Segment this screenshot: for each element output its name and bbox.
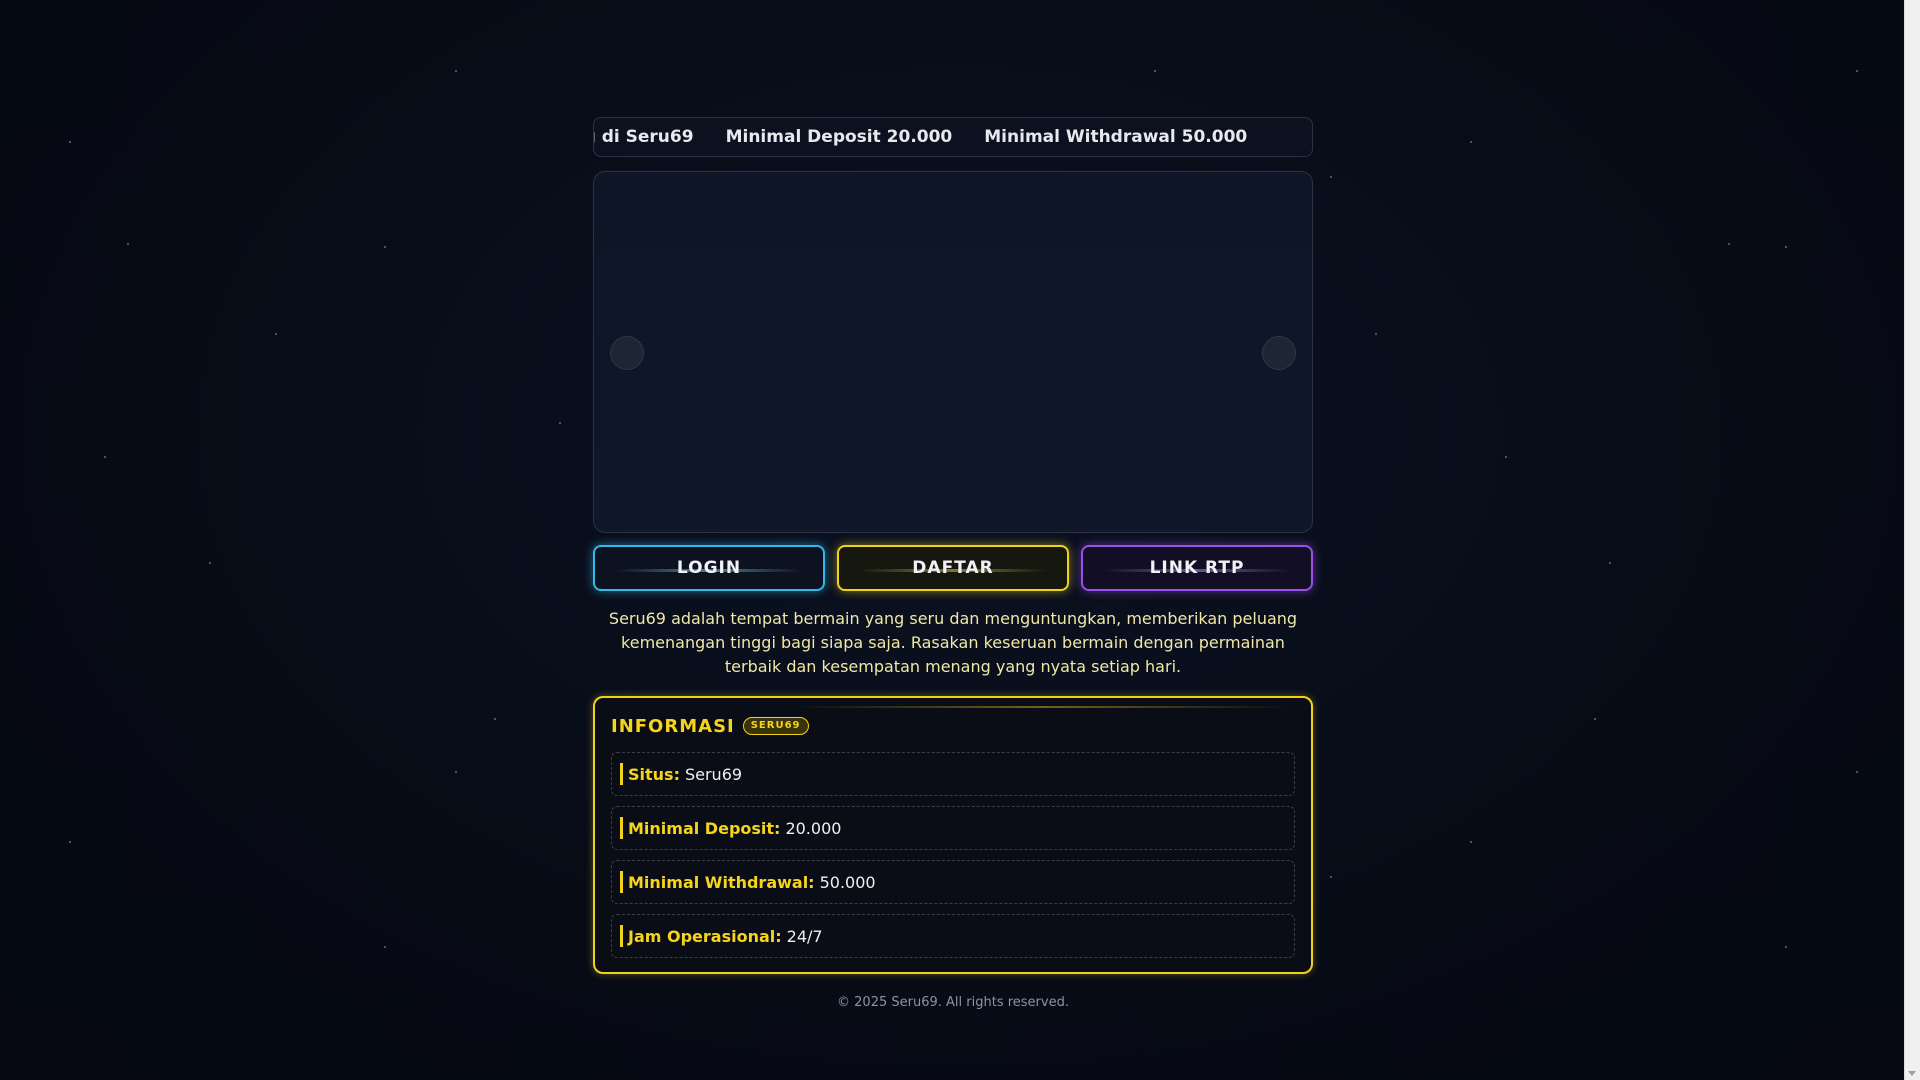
star [384, 946, 386, 948]
marquee-item: Minimal Withdrawal 50.000 [984, 127, 1248, 147]
star [1505, 456, 1507, 458]
vertical-scrollbar[interactable] [1904, 0, 1920, 1080]
info-row-min-withdrawal: Minimal Withdrawal: 50.000 [611, 860, 1295, 904]
slider-prev-button[interactable] [610, 336, 644, 370]
info-title: INFORMASI [611, 715, 735, 737]
scroll-down-arrow-icon[interactable] [1908, 1071, 1916, 1076]
register-button-label: DAFTAR [912, 558, 994, 578]
star [1330, 876, 1332, 878]
star [559, 422, 561, 424]
row-accent-bar [620, 817, 623, 839]
login-button[interactable]: LOGIN [593, 545, 825, 591]
star [69, 141, 71, 143]
star [1785, 946, 1787, 948]
info-panel: INFORMASI SERU69 Situs: Seru69 Minimal D… [593, 696, 1313, 974]
info-row-situs: Situs: Seru69 [611, 752, 1295, 796]
marquee-item: Selamat datang di Seru69 [594, 127, 694, 147]
star [494, 718, 496, 720]
info-row-value: 20.000 [785, 818, 842, 838]
info-row-key: Situs: [628, 764, 680, 784]
star [1154, 70, 1156, 72]
action-buttons: LOGIN DAFTAR LINK RTP [593, 545, 1313, 591]
row-accent-bar [620, 763, 623, 785]
info-row-value: Seru69 [684, 764, 743, 784]
star [1470, 841, 1472, 843]
link-rtp-button[interactable]: LINK RTP [1081, 545, 1313, 591]
site-description: Seru69 adalah tempat bermain yang seru d… [608, 609, 1298, 676]
login-button-label: LOGIN [676, 558, 742, 578]
star [1785, 246, 1787, 248]
info-row-value: 24/7 [786, 926, 823, 946]
star [1856, 771, 1858, 773]
star [1728, 243, 1730, 245]
star [209, 562, 211, 564]
info-row-key: Minimal Withdrawal: [628, 872, 815, 892]
info-header: INFORMASI SERU69 [611, 714, 1295, 738]
register-button[interactable]: DAFTAR [837, 545, 1069, 591]
row-accent-bar [620, 871, 623, 893]
page: Selamat datang di Seru69 Minimal Deposit … [0, 0, 1920, 1080]
star [1609, 562, 1611, 564]
row-accent-bar [620, 925, 623, 947]
star [104, 456, 106, 458]
scrollbar-thumb[interactable] [1907, 0, 1917, 1054]
info-decor-line [795, 706, 1291, 708]
star [1856, 70, 1858, 72]
star [275, 333, 277, 335]
star [1594, 718, 1596, 720]
star [455, 771, 457, 773]
info-row-hours: Jam Operasional: 24/7 [611, 914, 1295, 958]
info-row-key: Jam Operasional: [628, 926, 782, 946]
info-list: Situs: Seru69 Minimal Deposit: 20.000 Mi… [611, 752, 1295, 958]
star [1470, 141, 1472, 143]
banner-slider [593, 171, 1313, 533]
marquee-track: Selamat datang di Seru69 Minimal Deposit … [594, 118, 1279, 156]
announcement-marquee: Selamat datang di Seru69 Minimal Deposit … [593, 117, 1313, 157]
star [384, 246, 386, 248]
slider-next-button[interactable] [1262, 336, 1296, 370]
main-container: Selamat datang di Seru69 Minimal Deposit … [593, 117, 1313, 974]
star [1375, 333, 1377, 335]
star [1330, 176, 1332, 178]
footer-copyright: © 2025 Seru69. All rights reserved. [837, 995, 1069, 1010]
info-row-key: Minimal Deposit: [628, 818, 781, 838]
info-badge: SERU69 [742, 717, 809, 735]
link-rtp-button-label: LINK RTP [1149, 558, 1245, 578]
star [455, 70, 457, 72]
info-row-value: 50.000 [819, 872, 876, 892]
marquee-item: Minimal Deposit 20.000 [725, 127, 953, 147]
star [69, 841, 71, 843]
star [127, 243, 129, 245]
info-row-min-deposit: Minimal Deposit: 20.000 [611, 806, 1295, 850]
